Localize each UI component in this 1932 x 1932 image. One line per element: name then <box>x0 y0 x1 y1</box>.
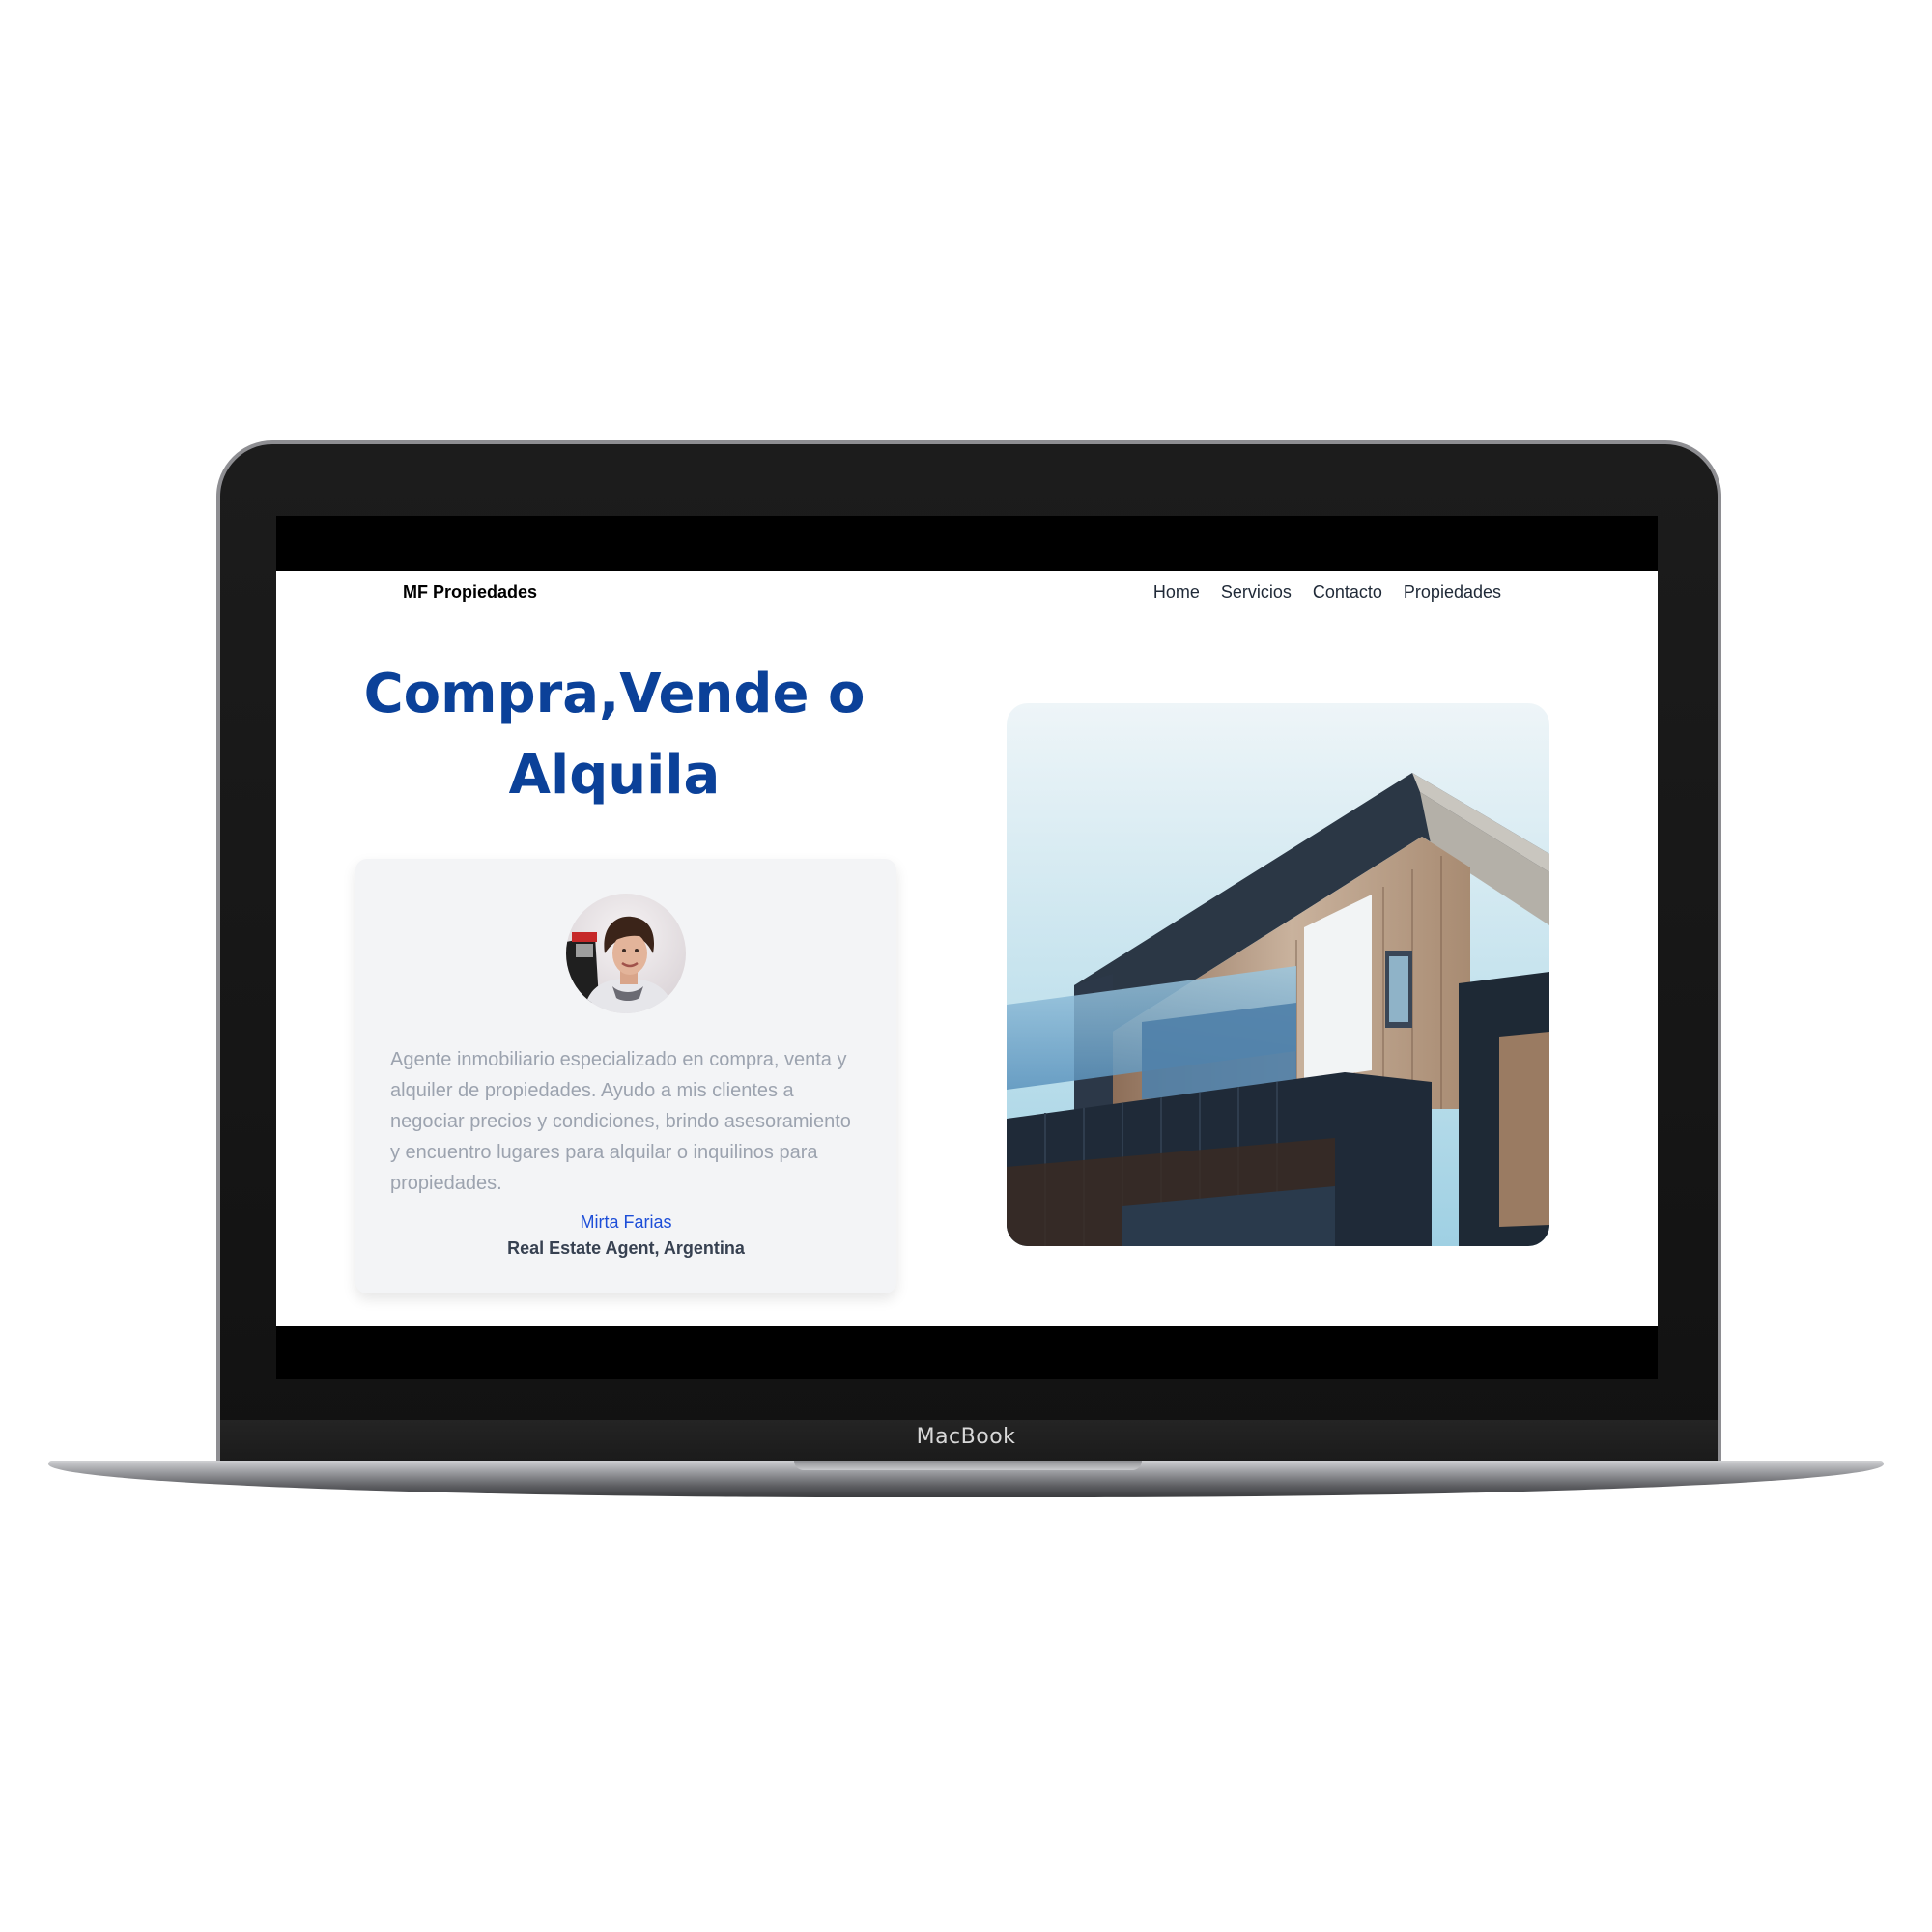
nav-home-link[interactable]: Home <box>1153 582 1200 603</box>
testimonial-author-role: Real Estate Agent, Argentina <box>507 1238 745 1258</box>
modern-house-icon <box>1007 703 1549 1246</box>
laptop-brand-label: MacBook <box>916 1425 1016 1449</box>
main-nav: Home Servicios Contacto Propiedades <box>1153 582 1501 603</box>
testimonial-author-name[interactable]: Mirta Farias <box>355 1212 896 1233</box>
nav-contacto-link[interactable]: Contacto <box>1313 582 1382 603</box>
nav-servicios-link[interactable]: Servicios <box>1221 582 1292 603</box>
hero-house-image <box>1007 703 1549 1246</box>
site-logo[interactable]: MF Propiedades <box>403 582 537 603</box>
hero-title: Compra,Vende o Alquila <box>344 654 885 816</box>
agent-portrait-icon <box>566 894 686 1013</box>
agent-avatar <box>566 894 686 1013</box>
nav-propiedades-link[interactable]: Propiedades <box>1404 582 1501 603</box>
testimonial-text: Agente inmobiliario especializado en com… <box>390 1049 851 1194</box>
testimonial-card: Agente inmobiliario especializado en com… <box>355 859 896 1293</box>
laptop-screen: MF Propiedades Home Servicios Contacto P… <box>276 516 1658 1379</box>
hero-title-line-2: Alquila <box>508 744 721 807</box>
website-viewport: MF Propiedades Home Servicios Contacto P… <box>276 571 1658 1326</box>
hero-title-line-1: Compra,Vende o <box>363 663 866 725</box>
mockup-stage: MacBook MF Propiedades Home Servicios Co… <box>0 0 1932 1932</box>
laptop-hinge-notch <box>794 1461 1142 1470</box>
